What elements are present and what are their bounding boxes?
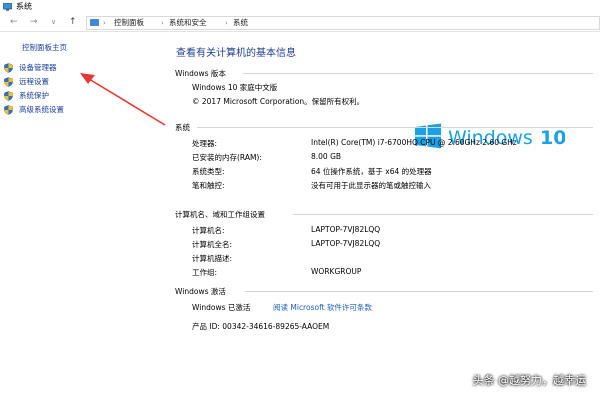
control-panel-icon — [90, 19, 99, 26]
memory-label: 已安装的内存(RAM): — [192, 153, 262, 162]
section-header-edition: Windows 版本 — [175, 68, 593, 79]
breadcrumb-separator-icon: › — [225, 19, 228, 27]
computer-name-value: LAPTOP-7VJ82LQQ — [311, 225, 381, 234]
computer-name-label: 计算机名: — [192, 226, 225, 235]
back-arrow-icon[interactable]: ← — [10, 17, 18, 28]
memory-value: 8.00 GB — [311, 152, 342, 161]
section-header-computer-name: 计算机名、域和工作组设置 — [175, 209, 593, 220]
control-panel-home-link[interactable]: 控制面板主页 — [22, 42, 67, 53]
full-computer-name-value: LAPTOP-7VJ82LQQ — [311, 239, 381, 248]
processor-value: Intel(R) Core(TM) i7-6700HQ CPU @ 2.60GH… — [311, 138, 517, 147]
section-header-activation: Windows 激活 — [175, 286, 593, 297]
page-title: 查看有关计算机的基本信息 — [176, 48, 296, 59]
breadcrumb-separator-icon: › — [103, 19, 106, 27]
workgroup-value: WORKGROUP — [311, 267, 362, 276]
address-bar[interactable]: › 控制面板 › 系统和安全 › 系统 — [86, 16, 600, 30]
shield-icon — [4, 105, 13, 115]
sidebar: 控制面板主页 设备管理器 远程设置 系统保护 高级系统设置 — [0, 32, 165, 400]
system-type-value: 64 位操作系统，基于 x64 的处理器 — [311, 167, 432, 176]
breadcrumb-control-panel[interactable]: 控制面板 — [114, 17, 144, 29]
window-title: 系统 — [16, 2, 32, 11]
recent-locations-chevron-icon[interactable]: ∨ — [51, 17, 56, 28]
workgroup-label: 工作组: — [192, 268, 218, 277]
pen-touch-value: 没有可用于此显示器的笔或触控输入 — [311, 181, 431, 190]
computer-description-label: 计算机描述: — [192, 254, 233, 263]
system-type-label: 系统类型: — [192, 167, 225, 176]
copyright-text: © 2017 Microsoft Corporation。保留所有权利。 — [192, 97, 365, 106]
shield-icon — [4, 77, 13, 87]
title-bar: 系统 — [0, 0, 600, 14]
breadcrumb-system-security[interactable]: 系统和安全 — [169, 17, 207, 29]
section-header-system: 系统 — [175, 122, 593, 133]
full-computer-name-label: 计算机全名: — [192, 240, 233, 249]
pen-touch-label: 笔和触控: — [192, 181, 225, 190]
system-icon — [3, 3, 12, 11]
watermark: 头条 @越努力，越幸运 — [472, 374, 587, 387]
main-content: 查看有关计算机的基本信息 Windows 版本 Windows 10 家庭中文版… — [165, 32, 600, 400]
edition-name: Windows 10 家庭中文版 — [192, 83, 278, 92]
license-terms-link[interactable]: 阅读 Microsoft 软件许可条款 — [273, 302, 372, 313]
breadcrumb-system[interactable]: 系统 — [233, 17, 248, 29]
breadcrumb-separator-icon: › — [161, 19, 164, 27]
shield-icon — [4, 91, 13, 101]
activation-status: Windows 已激活 — [192, 303, 251, 312]
navigation-bar: ← → ∨ ↑ › 控制面板 › 系统和安全 › 系统 — [0, 14, 600, 32]
product-id: 产品 ID: 00342-34616-89265-AAOEM — [192, 322, 330, 331]
svg-text:10: 10 — [540, 127, 565, 149]
up-arrow-icon[interactable]: ↑ — [69, 17, 77, 28]
shield-icon — [4, 63, 13, 73]
forward-arrow-icon[interactable]: → — [30, 17, 38, 28]
processor-label: 处理器: — [192, 139, 218, 148]
